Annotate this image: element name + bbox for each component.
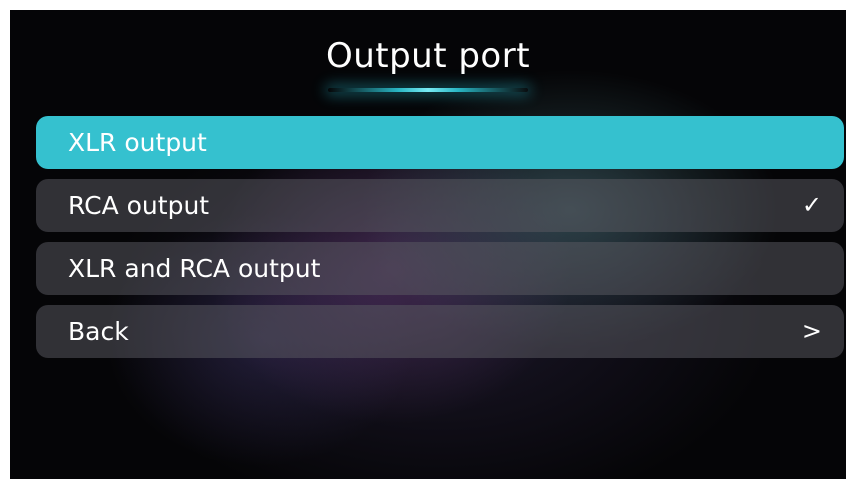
menu-item-rca-output[interactable]: RCA output ✓ bbox=[36, 179, 844, 232]
menu-item-label: XLR output bbox=[68, 128, 207, 157]
checkmark-icon: ✓ bbox=[801, 191, 822, 219]
menu-item-back[interactable]: Back > bbox=[36, 305, 844, 358]
menu-item-label: Back bbox=[68, 317, 129, 346]
output-port-menu: XLR output RCA output ✓ XLR and RCA outp… bbox=[36, 116, 844, 368]
menu-item-label: RCA output bbox=[68, 191, 210, 220]
chevron-right-icon: > bbox=[801, 317, 822, 345]
title-underline-glow bbox=[328, 88, 528, 92]
menu-item-label: XLR and RCA output bbox=[68, 254, 321, 283]
device-screen: Output port XLR output RCA output ✓ XLR … bbox=[10, 10, 846, 479]
menu-item-xlr-and-rca-output[interactable]: XLR and RCA output bbox=[36, 242, 844, 295]
menu-item-xlr-output[interactable]: XLR output bbox=[36, 116, 844, 169]
page-title: Output port bbox=[325, 36, 531, 76]
